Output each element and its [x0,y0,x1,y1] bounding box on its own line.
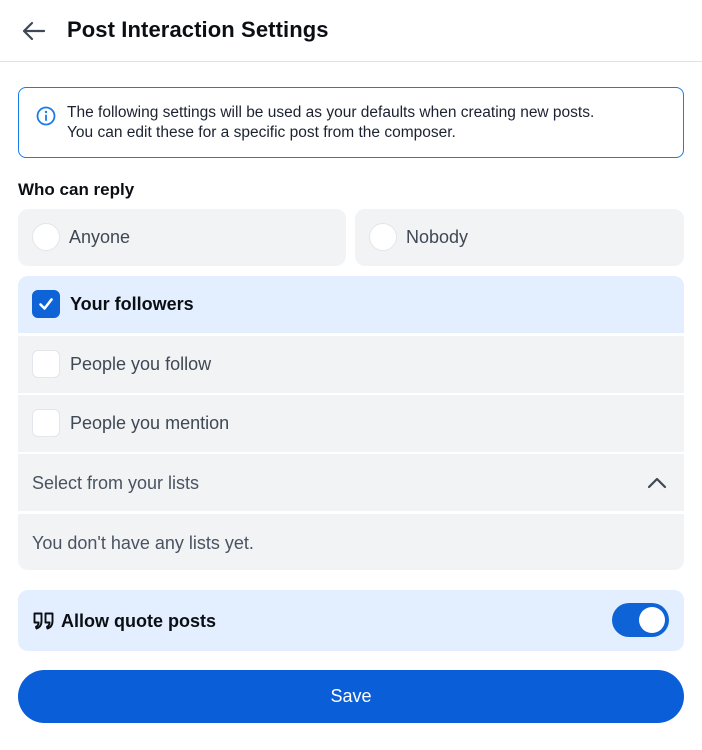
option-your-followers[interactable]: Your followers [18,276,684,333]
checkbox-unchecked[interactable] [32,409,60,437]
info-banner: The following settings will be used as y… [18,87,684,158]
allow-quote-posts-row[interactable]: Allow quote posts [18,590,684,651]
select-lists-label: Select from your lists [32,473,200,493]
allow-quote-posts-label: Allow quote posts [61,611,216,631]
toggle-knob [639,607,665,633]
checkmark-icon [39,298,53,310]
option-people-you-mention-label: People you mention [70,413,230,433]
who-can-reply-label: Who can reply [18,180,135,199]
info-text: The following settings will be used as y… [67,103,667,143]
radio-nobody[interactable]: Nobody [355,209,684,266]
radio-circle[interactable] [32,223,60,251]
quote-icon [33,612,54,630]
select-lists-dropdown[interactable]: Select from your lists [18,454,684,511]
radio-anyone-label: Anyone [69,227,131,247]
back-button[interactable] [18,16,50,46]
lists-empty-text: You don't have any lists yet. [32,533,254,553]
option-your-followers-label: Your followers [70,294,194,314]
info-circle-icon [36,106,56,126]
checkbox-unchecked[interactable] [32,350,60,378]
radio-circle[interactable] [369,223,397,251]
allow-quote-posts-toggle[interactable] [612,603,669,637]
checkbox-checked[interactable] [32,290,60,318]
option-people-you-follow[interactable]: People you follow [18,336,684,393]
arrow-left-icon [22,21,46,41]
chevron-up-icon[interactable] [646,472,668,494]
info-line-1: The following settings will be used as y… [67,104,595,121]
header: Post Interaction Settings [0,0,702,62]
option-people-you-mention[interactable]: People you mention [18,395,684,452]
option-people-you-follow-label: People you follow [70,354,212,374]
lists-empty-state: You don't have any lists yet. [18,514,684,570]
radio-nobody-label: Nobody [406,227,469,247]
info-line-2: You can edit these for a specific post f… [67,124,456,141]
save-button[interactable]: Save [18,670,684,723]
radio-anyone[interactable]: Anyone [18,209,346,266]
page-title: Post Interaction Settings [67,17,329,42]
